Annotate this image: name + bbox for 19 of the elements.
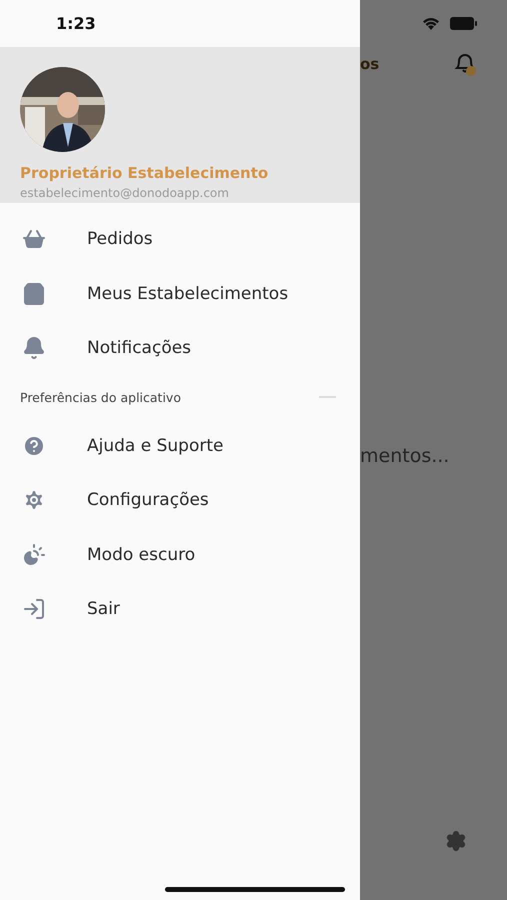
menu-item[interactable]: Meus Estabelecimentos	[0, 266, 360, 321]
menu-item[interactable]: Configurações	[0, 473, 360, 528]
exit-icon	[22, 597, 46, 622]
battery-icon	[450, 17, 477, 30]
menu-item[interactable]: Pedidos	[0, 212, 360, 266]
profile-email: estabelecimento@donodoapp.com	[20, 186, 230, 200]
status-time: 1:23	[56, 14, 96, 33]
wifi-icon	[422, 17, 440, 30]
menu-item[interactable]: Modo escuro	[0, 528, 360, 582]
bell-icon	[22, 336, 46, 360]
menu-item[interactable]: Sair	[0, 582, 360, 636]
header-title: os	[360, 55, 380, 73]
profile-name: Proprietário Estabelecimento	[20, 164, 270, 182]
settings-icon[interactable]	[445, 830, 467, 852]
bell-icon[interactable]	[453, 51, 477, 77]
menu-item[interactable]: Ajuda e Suporte	[0, 418, 360, 473]
menu-item[interactable]: Notificações	[0, 321, 360, 376]
loading-text: mentos...	[360, 445, 450, 467]
section-title: Preferências do aplicativo	[20, 390, 181, 404]
